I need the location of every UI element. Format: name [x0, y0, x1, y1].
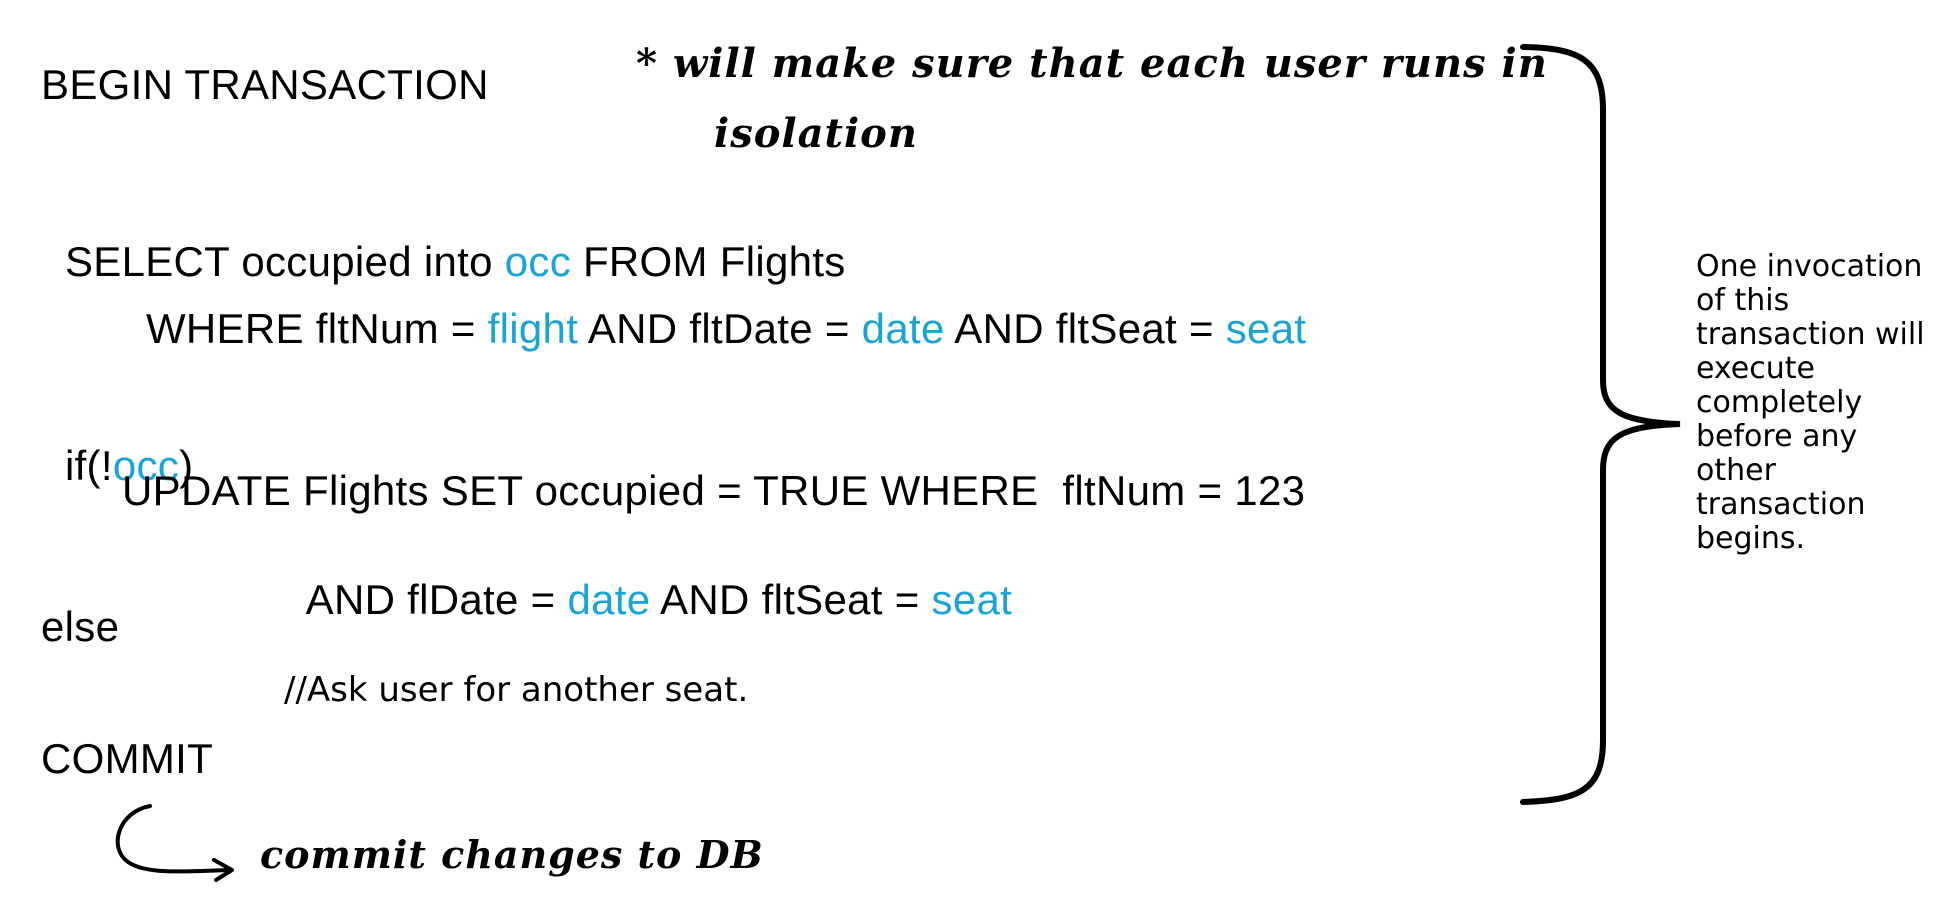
curved-arrow-icon: [115, 804, 230, 874]
drawn-marks: [115, 44, 1681, 882]
curly-brace-icon: [1520, 44, 1681, 805]
